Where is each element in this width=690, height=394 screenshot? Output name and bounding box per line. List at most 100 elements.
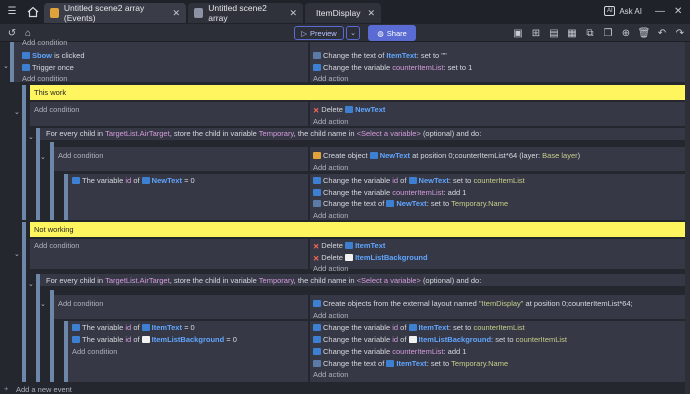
- delete-icon: ✕: [313, 106, 320, 115]
- action-row[interactable]: Change the variable counterItemList: set…: [313, 63, 472, 72]
- add-action[interactable]: Add action: [313, 163, 348, 172]
- object-icon: [141, 177, 150, 184]
- preview-dropdown[interactable]: ⌄: [346, 26, 360, 40]
- action-row[interactable]: Change the variable counterItemList: add…: [313, 347, 466, 356]
- add-new-event[interactable]: Add a new event: [16, 385, 72, 394]
- action-row[interactable]: Change the variable id of NewText: set t…: [313, 176, 525, 185]
- tab-events[interactable]: Untitled scene2 array (Events) ✕: [44, 3, 186, 23]
- foreach-row[interactable]: For every child in TargetList.AirTarget,…: [46, 276, 481, 285]
- action-row[interactable]: Change the text of ItemText: set to "": [313, 51, 447, 60]
- collapse-arrow-icon[interactable]: ⌄: [3, 62, 9, 70]
- paste-icon[interactable]: ❐: [602, 27, 614, 39]
- close-icon[interactable]: ✕: [289, 8, 297, 19]
- add-action[interactable]: Add action: [313, 117, 348, 126]
- comment[interactable]: This work: [30, 85, 690, 100]
- collapse-arrow-icon[interactable]: ⌄: [28, 133, 34, 141]
- comment-text: This work: [34, 88, 67, 97]
- action-row[interactable]: Create objects from the external layout …: [313, 299, 633, 308]
- copy-icon[interactable]: ⧉: [584, 27, 596, 39]
- text-icon: [313, 200, 321, 207]
- comment[interactable]: Not working: [30, 222, 690, 237]
- variable-icon: [313, 177, 321, 184]
- collapse-arrow-icon[interactable]: ⌄: [14, 250, 20, 258]
- collapse-arrow-icon[interactable]: ⌄: [40, 153, 46, 161]
- variable-icon: [313, 189, 321, 196]
- ask-ai-button[interactable]: AI Ask AI: [604, 6, 642, 16]
- add-action[interactable]: Add action: [313, 311, 348, 320]
- close-icon[interactable]: ✕: [367, 8, 375, 19]
- add-comment-icon[interactable]: ▤: [548, 27, 560, 39]
- action-row[interactable]: Change the variable counterItemList: add…: [313, 188, 466, 197]
- condition-row[interactable]: Sbow is clicked: [22, 51, 85, 60]
- add-action[interactable]: Add action: [313, 74, 348, 83]
- delete-icon: ✕: [313, 242, 320, 251]
- action-row[interactable]: Create object NewText at position 0;coun…: [313, 151, 580, 160]
- collapse-arrow-icon[interactable]: ⌄: [40, 300, 46, 308]
- trigger-once-icon: [22, 64, 30, 71]
- delete-icon[interactable]: 🗑: [638, 27, 651, 39]
- object-icon: [408, 324, 417, 331]
- condition-row[interactable]: Trigger once: [22, 63, 74, 72]
- add-event-plus-icon[interactable]: +: [4, 384, 8, 393]
- add-condition[interactable]: Add condition: [34, 241, 79, 250]
- window-close-icon[interactable]: ✕: [674, 6, 682, 17]
- preview-button[interactable]: ▷ Preview: [294, 26, 344, 40]
- object-icon: [386, 200, 395, 207]
- event-rail[interactable]: [22, 85, 26, 220]
- action-row[interactable]: Change the text of ItemText: set to Temp…: [313, 359, 508, 368]
- add-group-icon[interactable]: ▦: [566, 27, 578, 39]
- minimize-icon[interactable]: —: [655, 6, 665, 17]
- event-rail[interactable]: [22, 222, 26, 382]
- condition-row[interactable]: The variable id of ItemText = 0: [72, 323, 195, 332]
- globe-icon: ◍: [377, 28, 384, 38]
- foreach-row[interactable]: For every child in TargetList.AirTarget,…: [46, 129, 481, 138]
- action-row[interactable]: ✕ Delete ItemListBackground: [313, 253, 428, 263]
- undo-icon[interactable]: ↶: [656, 27, 668, 39]
- redo-icon[interactable]: ↷: [674, 27, 686, 39]
- home-icon[interactable]: [25, 4, 41, 20]
- tab-itemdisplay[interactable]: ItemDisplay ✕: [305, 3, 381, 23]
- tab-label: Untitled scene2 array (Events): [63, 3, 145, 23]
- scrollbar[interactable]: [685, 42, 690, 394]
- variable-icon: [72, 177, 80, 184]
- create-object-icon: [313, 152, 321, 159]
- add-action[interactable]: Add action: [313, 370, 348, 379]
- delete-icon: ✕: [313, 254, 320, 263]
- add-condition[interactable]: Add condition: [58, 151, 103, 160]
- close-icon[interactable]: ✕: [172, 8, 180, 19]
- action-row[interactable]: ✕ Delete ItemText: [313, 241, 385, 251]
- share-button[interactable]: ◍ Share: [368, 25, 416, 41]
- tab-label: ItemDisplay: [316, 8, 361, 18]
- action-row[interactable]: Change the variable id of ItemText: set …: [313, 323, 525, 332]
- action-row[interactable]: Change the variable id of ItemListBackgr…: [313, 335, 567, 344]
- action-row[interactable]: Change the text of NewText: set to Tempo…: [313, 199, 508, 208]
- variable-icon: [72, 336, 80, 343]
- menu-icon[interactable]: ☰: [6, 5, 18, 17]
- events-icon: [50, 8, 59, 18]
- history-icon[interactable]: ↺: [6, 27, 18, 39]
- event-rail[interactable]: [36, 128, 40, 220]
- add-action[interactable]: Add action: [313, 264, 348, 273]
- add-condition[interactable]: Add condition: [22, 74, 67, 83]
- add-action[interactable]: Add action: [313, 211, 348, 220]
- condition-row[interactable]: The variable id of NewText = 0: [72, 176, 195, 185]
- tab-scene[interactable]: Untitled scene2 array ✕: [188, 3, 303, 23]
- play-icon: ▷: [301, 28, 308, 38]
- object-icon: [369, 152, 378, 159]
- collapse-arrow-icon[interactable]: ⌄: [28, 280, 34, 288]
- action-row[interactable]: ✕ Delete NewText: [313, 105, 385, 115]
- add-condition[interactable]: Add condition: [34, 105, 79, 114]
- add-event-icon[interactable]: ▣: [512, 27, 524, 39]
- add-condition[interactable]: Add condition: [22, 38, 67, 47]
- collapse-arrow-icon[interactable]: ⌄: [14, 108, 20, 116]
- object-icon: [345, 254, 354, 261]
- add-condition[interactable]: Add condition: [58, 299, 103, 308]
- add-icon[interactable]: ⊕: [620, 27, 632, 39]
- event-rail[interactable]: [36, 274, 40, 382]
- ask-ai-label: Ask AI: [619, 6, 642, 16]
- condition-row[interactable]: The variable id of ItemListBackground = …: [72, 335, 237, 344]
- add-condition[interactable]: Add condition: [72, 347, 117, 356]
- toolbar: ↺ ⌂ ▷ Preview ⌄ ◍ Share ▣ ⊞ ▤ ▦ ⧉ ❐ ⊕ 🗑 …: [0, 24, 690, 42]
- share-label: Share: [386, 28, 407, 38]
- add-subevent-icon[interactable]: ⊞: [530, 27, 542, 39]
